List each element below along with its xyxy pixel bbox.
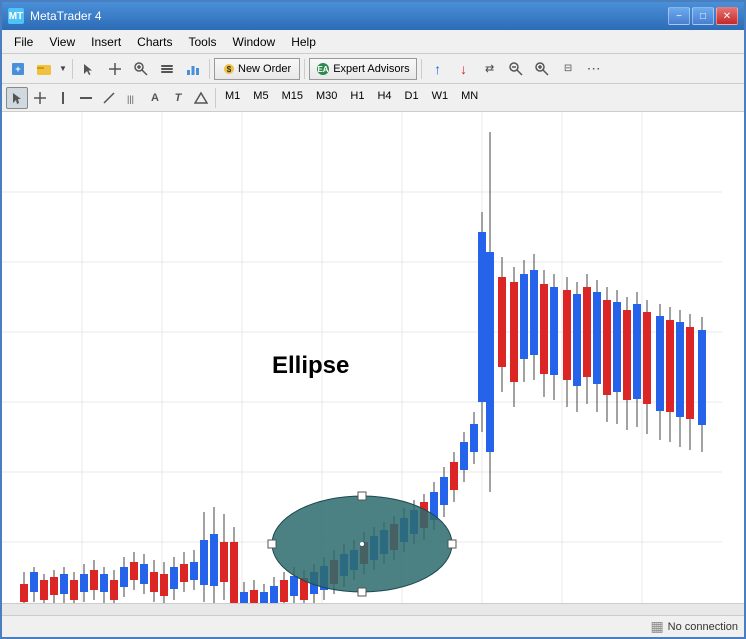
separator-4 (421, 59, 422, 79)
menu-view[interactable]: View (41, 33, 83, 51)
toolbar-open-btn[interactable] (32, 57, 56, 81)
main-window: MT MetaTrader 4 − □ ✕ File View Insert C… (0, 0, 746, 639)
tf-h4[interactable]: H4 (371, 88, 397, 108)
shape-tool[interactable] (190, 87, 212, 109)
separator-3 (304, 59, 305, 79)
arrow-tool[interactable] (6, 87, 28, 109)
separator-2 (209, 59, 210, 79)
menu-bar: File View Insert Charts Tools Window Hel… (2, 30, 744, 54)
text-label-tool[interactable]: T (167, 87, 189, 109)
menu-file[interactable]: File (6, 33, 41, 51)
fib-tool[interactable]: ||| (121, 87, 143, 109)
title-bar: MT MetaTrader 4 − □ ✕ (2, 2, 744, 30)
chart-container[interactable]: Ellipse (2, 112, 744, 603)
svg-text:EA: EA (318, 65, 329, 74)
separator-draw (215, 88, 216, 108)
maximize-button[interactable]: □ (692, 7, 714, 25)
toolbar-open-arrow[interactable]: ▼ (58, 57, 68, 81)
connection-status: No connection (668, 621, 738, 633)
new-order-label: New Order (238, 63, 291, 75)
title-bar-controls: − □ ✕ (668, 7, 738, 25)
toolbar-drawing: ||| A T M1 M5 M15 M30 H1 H4 D1 W1 MN (2, 84, 744, 112)
tf-d1[interactable]: D1 (399, 88, 425, 108)
connection-icon: ▦ (650, 618, 663, 635)
toolbar-reverse-btn[interactable]: ⇄ (478, 57, 502, 81)
toolbar-indicators-btn[interactable]: ⋯ (582, 57, 606, 81)
expert-advisors-label: Expert Advisors (333, 63, 409, 75)
toolbar-crosshair-btn[interactable] (103, 57, 127, 81)
vertical-line-tool[interactable] (52, 87, 74, 109)
chart-canvas: Ellipse (2, 112, 744, 603)
new-order-button[interactable]: $ New Order (214, 58, 300, 80)
tf-m30[interactable]: M30 (310, 88, 343, 108)
app-icon: MT (8, 8, 24, 24)
tf-h1[interactable]: H1 (344, 88, 370, 108)
tf-m1[interactable]: M1 (219, 88, 246, 108)
toolbar-main: + ▼ $ New Order E (2, 54, 744, 84)
title-text: MetaTrader 4 (30, 9, 102, 23)
crosshair-tool[interactable] (29, 87, 51, 109)
svg-text:$: $ (227, 65, 232, 74)
svg-text:|||: ||| (127, 94, 134, 104)
toolbar-buy-btn[interactable]: ↑ (426, 57, 450, 81)
toolbar-zoom-in2-btn[interactable] (530, 57, 554, 81)
tf-m15[interactable]: M15 (276, 88, 309, 108)
toolbar-properties-btn[interactable] (155, 57, 179, 81)
separator-1 (72, 59, 73, 79)
toolbar-new-btn[interactable]: + (6, 57, 30, 81)
status-bar: ▦ No connection (2, 615, 744, 637)
tf-w1[interactable]: W1 (426, 88, 455, 108)
expert-advisors-button[interactable]: EA Expert Advisors (309, 58, 416, 80)
menu-window[interactable]: Window (225, 33, 284, 51)
tf-mn[interactable]: MN (455, 88, 484, 108)
menu-insert[interactable]: Insert (83, 33, 129, 51)
ellipse-label: Ellipse (272, 352, 349, 380)
minimize-button[interactable]: − (668, 7, 690, 25)
trend-line-tool[interactable] (98, 87, 120, 109)
toolbar-cursor-btn[interactable] (77, 57, 101, 81)
main-area: Ellipse (2, 112, 744, 603)
horizontal-scrollbar[interactable] (2, 603, 744, 615)
menu-tools[interactable]: Tools (181, 33, 225, 51)
title-bar-left: MT MetaTrader 4 (8, 8, 102, 24)
svg-text:+: + (15, 64, 20, 74)
tf-m5[interactable]: M5 (247, 88, 274, 108)
close-button[interactable]: ✕ (716, 7, 738, 25)
menu-help[interactable]: Help (283, 33, 324, 51)
toolbar-sell-btn[interactable]: ↓ (452, 57, 476, 81)
text-tool[interactable]: A (144, 87, 166, 109)
toolbar-chart-btn[interactable] (181, 57, 205, 81)
toolbar-zoom-out-btn[interactable] (504, 57, 528, 81)
toolbar-zoom-in-btn[interactable] (129, 57, 153, 81)
toolbar-chart-type-btn[interactable]: ⊟ (556, 57, 580, 81)
menu-charts[interactable]: Charts (129, 33, 180, 51)
horizontal-line-tool[interactable] (75, 87, 97, 109)
status-connection: ▦ No connection (650, 618, 738, 635)
